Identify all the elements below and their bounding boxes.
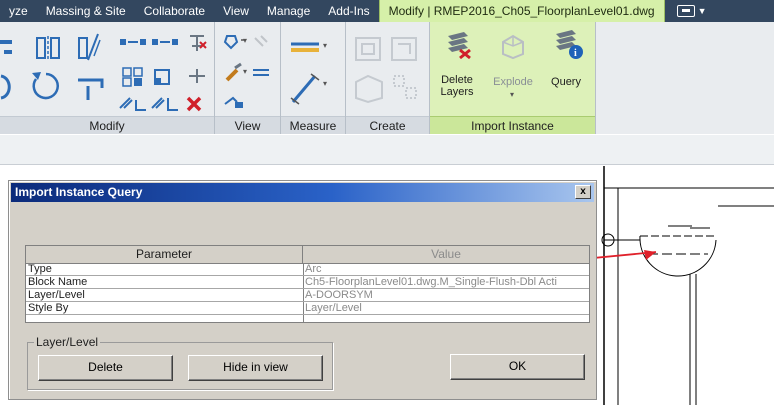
split-with-gap-icon[interactable] <box>150 96 180 112</box>
tab-massing-site[interactable]: Massing & Site <box>37 0 135 22</box>
ribbon-tab-bar: yze Massing & Site Collaborate View Mana… <box>0 0 774 22</box>
linework-icon[interactable]: ▾ <box>223 62 273 84</box>
tab-manage[interactable]: Manage <box>258 0 319 22</box>
unpin-icon[interactable] <box>186 66 208 86</box>
svg-text:▾: ▾ <box>243 36 247 45</box>
table-row[interactable]: Layer/Level A-DOORSYM <box>26 290 589 302</box>
ok-button[interactable]: OK <box>450 354 585 380</box>
delete-layers-button[interactable]: Delete Layers <box>434 26 480 112</box>
param-cell: Block Name <box>28 276 88 288</box>
param-cell: Layer/Level <box>28 289 85 301</box>
svg-text:▾: ▾ <box>323 79 327 88</box>
window-dropdown-icon[interactable]: ▼ <box>676 0 707 22</box>
svg-text:▾: ▾ <box>243 67 247 76</box>
tab-analyze[interactable]: yze <box>0 0 37 22</box>
mirror-pick-axis-icon[interactable] <box>34 32 62 62</box>
panel-title-import-instance: Import Instance <box>430 116 595 134</box>
hide-in-view-button[interactable]: Hide in view <box>188 355 323 381</box>
panel-title-view: View <box>215 116 280 134</box>
align-icon[interactable] <box>0 40 12 44</box>
table-row[interactable]: Type Arc <box>26 264 589 276</box>
copy-icon[interactable] <box>150 34 180 50</box>
table-row[interactable]: Block Name Ch5-FloorplanLevel01.dwg.M_Si… <box>26 277 589 289</box>
ribbon-empty-area <box>596 22 774 134</box>
delete-layers-label-2: Layers <box>440 86 474 98</box>
override-graphics-icon[interactable]: ▾ <box>223 32 273 54</box>
explode-label: Explode <box>493 76 533 88</box>
pin-icon[interactable] <box>186 32 208 52</box>
rotate-icon[interactable] <box>30 70 62 102</box>
query-icon: i <box>556 30 583 59</box>
param-cell: Style By <box>28 302 69 314</box>
options-bar <box>0 135 774 165</box>
offset-icon[interactable] <box>0 72 14 102</box>
value-cell: Ch5-FloorplanLevel01.dwg.M_Single-Flush-… <box>305 277 557 288</box>
align-icon-part <box>4 50 12 54</box>
tab-modify-dwg[interactable]: Modify | RMEP2016_Ch05_FloorplanLevel01.… <box>378 0 665 22</box>
close-icon[interactable]: x <box>575 185 591 199</box>
value-cell: A-DOORSYM <box>305 290 373 301</box>
explode-icon <box>502 34 524 60</box>
tab-add-ins[interactable]: Add-Ins <box>319 0 378 22</box>
hide-category-icon[interactable] <box>223 94 247 112</box>
param-cell: Type <box>28 263 52 275</box>
parameter-table: Parameter Value Type Arc Block Name Ch5-… <box>25 245 590 323</box>
delete-layers-icon <box>448 32 471 60</box>
create-assembly-icon[interactable] <box>352 34 386 64</box>
delete-button[interactable]: Delete <box>38 355 173 381</box>
scale-icon[interactable] <box>152 66 176 88</box>
move-icon[interactable] <box>118 34 148 50</box>
dialog-titlebar[interactable]: Import Instance Query x <box>11 183 594 202</box>
panel-view: ▾ ▾ View <box>215 22 281 134</box>
create-similar-icon[interactable] <box>352 72 386 104</box>
measure-between-references-icon[interactable]: ▾ <box>289 34 337 56</box>
mirror-draw-axis-icon[interactable] <box>76 32 104 62</box>
explode-dropdown-icon: ▾ <box>510 90 515 99</box>
value-cell: Arc <box>305 264 322 275</box>
value-cell: Layer/Level <box>305 303 362 314</box>
split-element-icon[interactable] <box>118 96 148 112</box>
tab-collaborate[interactable]: Collaborate <box>135 0 214 22</box>
delete-icon[interactable] <box>186 96 202 112</box>
array-icon[interactable] <box>120 66 146 88</box>
table-row[interactable]: Style By Layer/Level <box>26 303 589 315</box>
column-header-parameter: Parameter <box>26 246 303 264</box>
query-label: Query <box>551 76 581 88</box>
layer-level-group: Layer/Level Delete Hide in view <box>27 335 333 390</box>
explode-button[interactable]: Explode ▾ <box>486 26 540 112</box>
dialog-title: Import Instance Query <box>15 185 143 199</box>
query-button[interactable]: i Query <box>542 26 590 112</box>
svg-text:i: i <box>574 48 577 59</box>
panel-title-measure: Measure <box>281 116 345 134</box>
panel-title-create: Create <box>346 116 429 134</box>
panel-create: Create <box>346 22 430 134</box>
panel-title-modify: Modify <box>0 116 214 134</box>
create-parts-icon[interactable] <box>388 34 422 64</box>
svg-text:▾: ▾ <box>323 41 327 50</box>
group-label: Layer/Level <box>34 335 101 349</box>
trim-extend-icon[interactable] <box>74 70 106 102</box>
table-row-empty <box>26 316 589 322</box>
create-group-icon[interactable] <box>390 72 424 104</box>
tab-view[interactable]: View <box>214 0 258 22</box>
delete-layers-label-1: Delete <box>441 74 473 86</box>
panel-measure: ▾ ▾ Measure <box>281 22 346 134</box>
ribbon: Modify ▾ ▾ View ▾ ▾ Measure Create Delet… <box>0 22 774 134</box>
panel-modify: Modify <box>0 22 215 134</box>
column-header-value: Value <box>303 246 589 264</box>
aligned-dimension-icon[interactable]: ▾ <box>289 70 337 106</box>
import-instance-query-dialog: Import Instance Query x Parameter Value … <box>8 180 597 400</box>
panel-import-instance: Delete Layers Explode ▾ i Query Import I… <box>430 22 596 134</box>
